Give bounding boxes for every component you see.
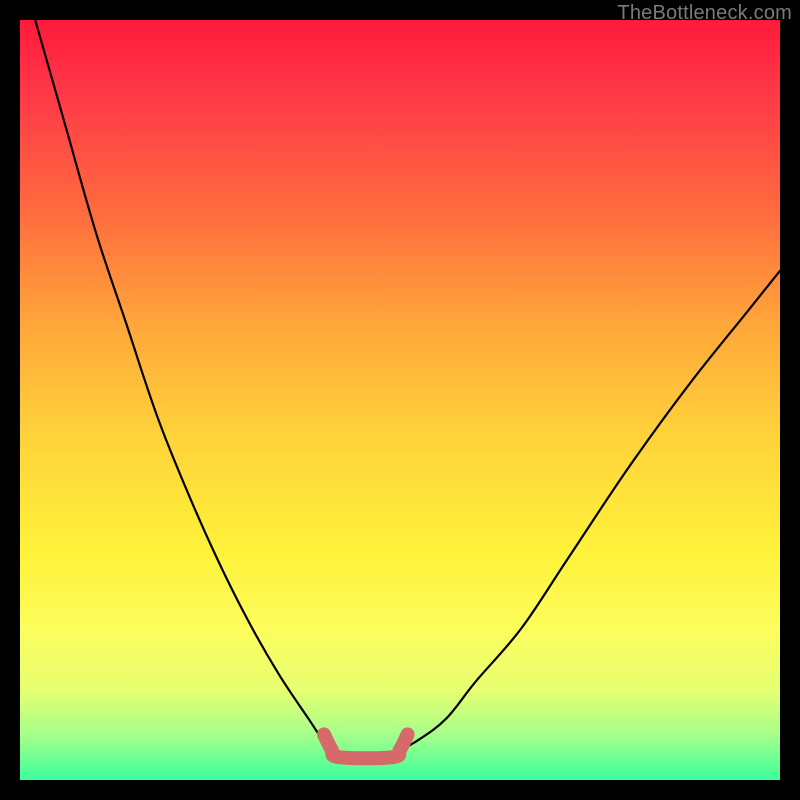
trough-highlight <box>324 734 408 758</box>
plot-svg <box>20 20 780 780</box>
chart-frame: TheBottleneck.com <box>0 0 800 800</box>
left-curve <box>35 20 331 750</box>
watermark-text: TheBottleneck.com <box>617 2 792 25</box>
right-curve <box>400 271 780 750</box>
plot-area <box>20 20 780 780</box>
